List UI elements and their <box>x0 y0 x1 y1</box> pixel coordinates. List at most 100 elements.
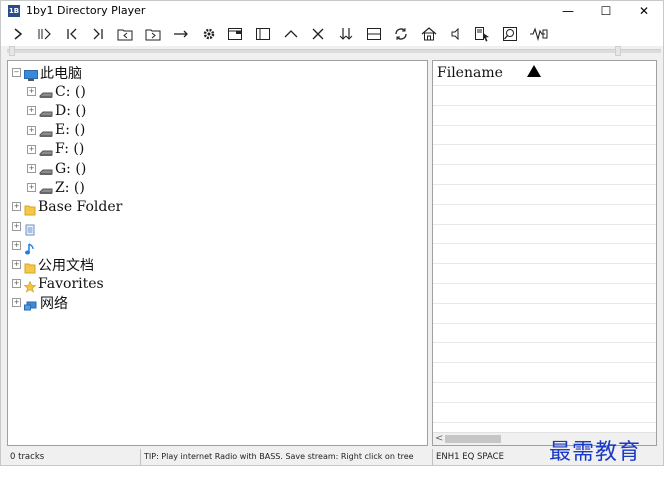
volume-slider-knob[interactable] <box>615 46 621 56</box>
seek-slider[interactable] <box>7 49 661 53</box>
collapse-icon[interactable]: − <box>12 68 21 77</box>
tree-item[interactable]: + F: () <box>27 140 84 159</box>
close-icon[interactable] <box>307 24 329 44</box>
tree-item[interactable]: + 公用文档 <box>12 255 94 274</box>
drive-icon <box>39 105 53 118</box>
list-row-divider <box>433 104 656 106</box>
computer-icon <box>24 67 38 81</box>
tree-item-label: 此电脑 <box>40 65 82 82</box>
tree-item[interactable]: + Base Folder <box>12 197 122 216</box>
search-icon[interactable] <box>499 24 521 44</box>
folder-back-icon[interactable] <box>114 24 136 44</box>
tree-item[interactable]: − 此电脑 <box>12 63 82 82</box>
drive-icon <box>39 125 53 137</box>
tree-item-label: G: () <box>55 160 87 177</box>
expand-icon[interactable]: + <box>27 125 36 135</box>
play-icon[interactable] <box>7 24 29 44</box>
doc-pointer-icon[interactable] <box>471 24 493 44</box>
tree-item[interactable]: + <box>12 236 38 255</box>
tree-item[interactable]: + Z: () <box>27 178 85 197</box>
previous-icon[interactable] <box>61 24 83 44</box>
expand-icon[interactable]: + <box>12 240 21 250</box>
expand-icon[interactable]: + <box>12 260 21 269</box>
expand-icon[interactable]: + <box>12 279 21 289</box>
split-icon[interactable] <box>363 24 385 44</box>
tree-item[interactable]: + 网络 <box>12 293 68 312</box>
filename-column-header[interactable]: Filename <box>437 65 503 81</box>
panel-icon[interactable] <box>252 24 274 44</box>
tree-item[interactable]: + <box>12 217 38 236</box>
tree-item[interactable]: + Favorites <box>12 274 104 293</box>
minimize-button[interactable]: — <box>549 1 587 22</box>
list-row-divider <box>433 184 656 185</box>
scrollbar-thumb[interactable] <box>445 435 501 443</box>
list-row-divider <box>433 223 656 225</box>
arrow-right-icon[interactable] <box>170 24 192 44</box>
list-row-divider <box>433 164 656 166</box>
expand-icon[interactable]: + <box>27 106 36 116</box>
list-row-divider <box>433 144 656 146</box>
folder-forward-icon[interactable] <box>142 24 164 44</box>
network-icon <box>24 297 38 311</box>
wave-icon[interactable] <box>527 24 549 44</box>
expand-icon[interactable]: + <box>12 221 21 231</box>
tree-item[interactable]: + D: () <box>27 101 86 120</box>
expand-icon[interactable]: + <box>12 202 21 212</box>
tree-item-label: Favorites <box>38 275 104 292</box>
close-button[interactable]: ✕ <box>625 1 663 22</box>
caret-up-icon[interactable] <box>280 24 302 44</box>
gear-icon[interactable] <box>198 24 220 44</box>
list-row-divider <box>433 421 656 423</box>
app-icon: 1B <box>8 5 20 17</box>
play-pause-icon[interactable] <box>33 24 55 44</box>
tree-item[interactable]: + C: () <box>27 82 86 101</box>
list-row-divider <box>433 342 656 344</box>
status-flags: ENH1 EQ SPACE <box>436 452 504 462</box>
list-row-divider <box>433 322 656 324</box>
expand-icon[interactable]: + <box>12 298 21 308</box>
sort-down-icon[interactable] <box>335 24 357 44</box>
maximize-button[interactable]: ☐ <box>587 1 625 22</box>
expand-icon[interactable]: + <box>27 164 36 173</box>
drive-icon <box>39 182 53 195</box>
file-list[interactable]: Filename < <box>432 60 657 446</box>
folder-tree[interactable]: − 此电脑 + C: () + D: () + E: () + F: () + G: () + Z: ()… <box>7 60 428 446</box>
expand-icon[interactable]: + <box>27 144 36 154</box>
list-row-divider <box>433 85 656 86</box>
drive-icon <box>39 86 53 99</box>
list-row-divider <box>433 401 656 403</box>
scroll-left-icon[interactable]: < <box>435 433 443 445</box>
music-note-icon <box>24 240 36 255</box>
list-row-divider <box>433 283 656 284</box>
tree-item-label: 公用文档 <box>38 257 94 274</box>
window-title: 1by1 Directory Player <box>26 4 146 17</box>
tree-item[interactable]: + G: () <box>27 159 86 178</box>
app-window: 1B 1by1 Directory Player — ☐ ✕ − 此电脑 + C… <box>0 0 664 466</box>
title-bar: 1B 1by1 Directory Player — ☐ ✕ <box>1 1 663 22</box>
document-icon <box>24 221 36 236</box>
tree-item-label: F: () <box>55 141 85 158</box>
toolbar <box>1 22 663 46</box>
tree-item-label: D: () <box>55 102 87 119</box>
star-icon <box>23 278 37 293</box>
home-icon[interactable] <box>418 24 440 44</box>
watermark-text: 最需教育 <box>549 440 642 465</box>
drive-icon <box>39 163 53 175</box>
list-row-divider <box>433 203 656 205</box>
tree-item-label: E: () <box>55 122 86 139</box>
folder-icon <box>24 259 36 274</box>
next-icon[interactable] <box>87 24 109 44</box>
track-count: 0 tracks <box>7 449 141 465</box>
tree-item[interactable]: + E: () <box>27 121 85 140</box>
tree-item-label: Base Folder <box>38 198 123 215</box>
list-row-divider <box>433 302 656 304</box>
list-row-divider <box>433 243 656 245</box>
status-tip: TIP: Play internet Radio with BASS. Save… <box>141 449 433 465</box>
seek-slider-knob[interactable] <box>9 46 15 56</box>
tree-item-label: C: () <box>55 83 86 100</box>
refresh-icon[interactable] <box>390 24 412 44</box>
expand-icon[interactable]: + <box>27 183 36 193</box>
window-icon[interactable] <box>224 24 246 44</box>
expand-icon[interactable]: + <box>27 87 36 97</box>
speaker-icon[interactable] <box>445 24 467 44</box>
